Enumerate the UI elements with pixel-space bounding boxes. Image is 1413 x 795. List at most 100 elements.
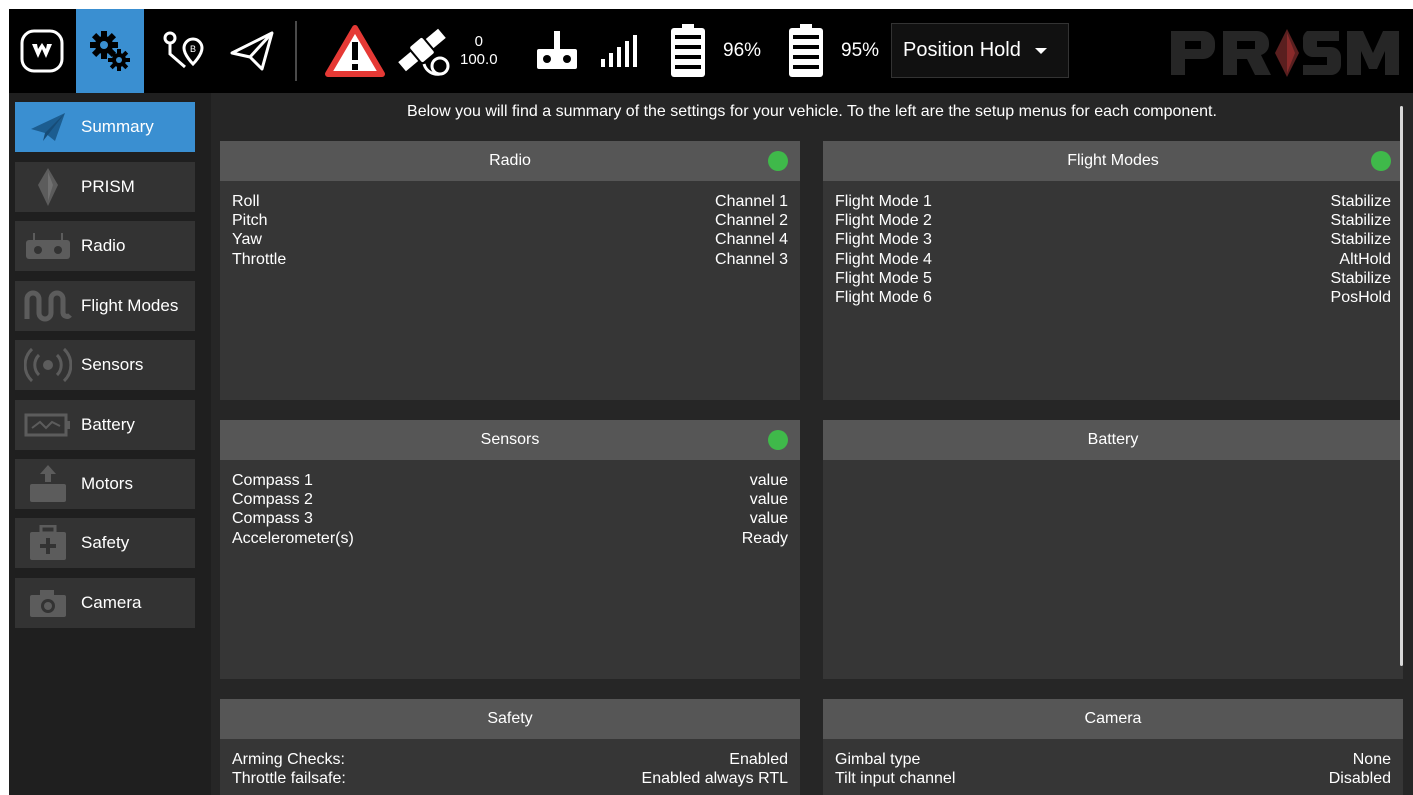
list-item: Compass 1 value bbox=[232, 471, 788, 490]
message-indicator[interactable] bbox=[315, 9, 395, 93]
card-header: Safety bbox=[220, 699, 800, 739]
flight-mode-value: Position Hold bbox=[903, 39, 1021, 61]
sidebar-item-summary[interactable]: Summary bbox=[15, 102, 195, 152]
row-value: Disabled bbox=[1328, 770, 1391, 788]
safety-summary-card[interactable]: Safety Arming Checks: Enabled Throttle fa… bbox=[220, 699, 800, 795]
sensors-summary-card[interactable]: Sensors Compass 1 value Compass 2 value Co… bbox=[220, 420, 800, 679]
sidebar-item-label: Radio bbox=[81, 236, 126, 255]
list-item: Flight Mode 1 Stabilize bbox=[835, 192, 1391, 211]
row-value: Channel 4 bbox=[715, 231, 788, 249]
camera-summary-card[interactable]: Camera Gimbal type None Tilt input channe… bbox=[823, 699, 1403, 795]
fly-view-button[interactable] bbox=[217, 9, 287, 93]
satellite-icon bbox=[398, 28, 450, 76]
chevron-down-icon bbox=[1034, 47, 1047, 54]
sidebar-item-label: Flight Modes bbox=[81, 296, 179, 315]
card-title: Camera bbox=[1084, 710, 1142, 727]
list-item: Compass 3 value bbox=[232, 509, 788, 528]
rc-transmitter-icon bbox=[537, 31, 577, 69]
list-item: Throttle failsafe: Enabled always RTL bbox=[232, 769, 788, 788]
app-logo-button[interactable] bbox=[9, 9, 75, 93]
content-scrollbar[interactable] bbox=[1400, 106, 1403, 666]
list-item: Arming Checks: Enabled bbox=[232, 750, 788, 769]
status-ok-indicator bbox=[1371, 151, 1391, 171]
rc-rssi-indicator[interactable] bbox=[533, 9, 643, 93]
row-label: Compass 3 bbox=[232, 510, 313, 528]
first-aid-icon bbox=[30, 525, 66, 560]
gps-hdop: 100.0 bbox=[460, 51, 498, 68]
broadcast-icon bbox=[24, 347, 72, 383]
battery-1-indicator[interactable]: 96% bbox=[669, 9, 779, 93]
sidebar-item-flight-modes[interactable]: Flight Modes bbox=[15, 281, 195, 331]
row-label: Yaw bbox=[232, 231, 262, 249]
sidebar-item-label: Sensors bbox=[81, 355, 144, 374]
card-header: Radio bbox=[220, 141, 800, 181]
sidebar-item-label: Camera bbox=[81, 593, 142, 612]
row-label: Throttle failsafe: bbox=[232, 770, 346, 788]
row-value: AltHold bbox=[1339, 250, 1391, 268]
battery-icon bbox=[671, 24, 705, 77]
radio-icon bbox=[26, 233, 70, 259]
card-title: Flight Modes bbox=[1067, 152, 1159, 169]
card-title: Safety bbox=[487, 710, 533, 727]
row-value: Stabilize bbox=[1330, 212, 1391, 230]
sidebar-item-battery[interactable]: Battery bbox=[15, 400, 195, 450]
list-item: Accelerometer(s) Ready bbox=[232, 529, 788, 548]
row-label: Gimbal type bbox=[835, 751, 921, 768]
flight-modes-summary-card[interactable]: Flight Modes Flight Mode 1 Stabilize Flig… bbox=[823, 141, 1403, 400]
row-value: Stabilize bbox=[1330, 193, 1391, 210]
radio-summary-card[interactable]: Radio Roll Channel 1 Pitch Channel 2 Yaw Ch… bbox=[220, 141, 800, 400]
sidebar-item-label: Safety bbox=[81, 533, 130, 552]
waveform-icon bbox=[24, 290, 72, 322]
flight-mode-dropdown[interactable]: Position Hold bbox=[891, 23, 1069, 78]
brand-logo bbox=[1167, 27, 1405, 84]
status-ok-indicator bbox=[768, 430, 788, 450]
sidebar-item-sensors[interactable]: Sensors bbox=[15, 340, 195, 390]
list-item: Flight Mode 3 Stabilize bbox=[835, 230, 1391, 249]
sidebar-item-radio[interactable]: Radio bbox=[15, 221, 195, 271]
list-item: Yaw Channel 4 bbox=[232, 230, 788, 249]
gps-satellite-count: 0 bbox=[474, 33, 483, 50]
sidebar-item-camera[interactable]: Camera bbox=[15, 578, 195, 628]
row-value: Stabilize bbox=[1330, 231, 1391, 249]
prism-logo-icon bbox=[1171, 29, 1399, 77]
sidebar-item-label: Battery bbox=[81, 415, 135, 434]
motor-icon bbox=[30, 465, 66, 502]
plan-view-button[interactable]: B bbox=[149, 9, 217, 93]
row-value: value bbox=[749, 491, 788, 509]
sidebar-item-motors[interactable]: Motors bbox=[15, 459, 195, 509]
list-item: Gimbal type None bbox=[835, 750, 1391, 769]
svg-text:B: B bbox=[190, 44, 196, 54]
app-logo-icon bbox=[20, 29, 64, 73]
card-header: Sensors bbox=[220, 420, 800, 460]
setup-sidebar: Summary PRISM Radio Flight Modes Sensors… bbox=[9, 93, 211, 795]
list-item: Flight Mode 6 PosHold bbox=[835, 288, 1391, 307]
row-label: Flight Mode 2 bbox=[835, 212, 932, 230]
toolbar: B 0 100.0 96% 95% Position Hold bbox=[9, 9, 1413, 93]
row-value: Enabled bbox=[729, 751, 788, 768]
list-item: Flight Mode 5 Stabilize bbox=[835, 269, 1391, 288]
setup-view-button[interactable] bbox=[76, 9, 144, 93]
list-item: Compass 2 value bbox=[232, 490, 788, 509]
card-header: Flight Modes bbox=[823, 141, 1403, 181]
battery-icon bbox=[789, 24, 823, 77]
sidebar-item-prism[interactable]: PRISM bbox=[15, 162, 195, 212]
row-value: value bbox=[749, 472, 788, 489]
battery-2-indicator[interactable]: 95% bbox=[787, 9, 897, 93]
battery-1-percent: 96% bbox=[723, 40, 762, 61]
signal-strength-icon bbox=[601, 35, 637, 67]
row-label: Flight Mode 1 bbox=[835, 193, 932, 210]
sidebar-item-label: Motors bbox=[81, 474, 133, 493]
gps-indicator[interactable]: 0 100.0 bbox=[394, 9, 524, 93]
list-item: Flight Mode 2 Stabilize bbox=[835, 211, 1391, 230]
row-value: Channel 2 bbox=[715, 212, 788, 230]
list-item: Tilt input channel Disabled bbox=[835, 769, 1391, 788]
row-label: Flight Mode 4 bbox=[835, 250, 932, 268]
row-value: value bbox=[749, 510, 788, 528]
status-ok-indicator bbox=[768, 151, 788, 171]
sidebar-item-safety[interactable]: Safety bbox=[15, 518, 195, 568]
row-label: Pitch bbox=[232, 212, 268, 230]
battery-summary-card[interactable]: Battery bbox=[823, 420, 1403, 679]
list-item: Pitch Channel 2 bbox=[232, 211, 788, 230]
card-title: Radio bbox=[489, 152, 531, 169]
row-label: Flight Mode 5 bbox=[835, 269, 932, 287]
